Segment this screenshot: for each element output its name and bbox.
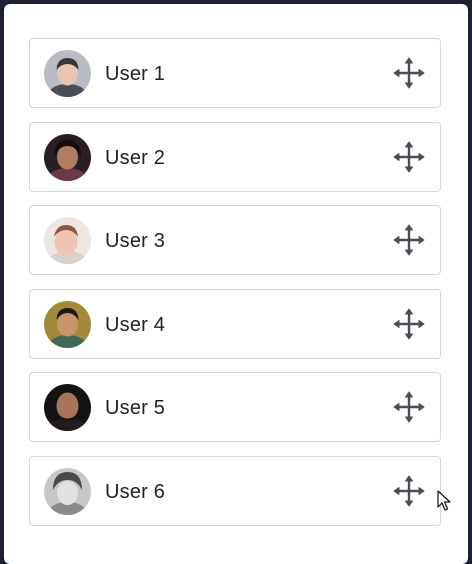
list-item-user-2[interactable]: User 2 — [29, 121, 441, 192]
avatar — [44, 300, 91, 348]
user-name: User 6 — [105, 480, 166, 503]
move-arrows-icon[interactable] — [392, 307, 426, 341]
avatar — [44, 50, 91, 97]
avatar — [44, 467, 91, 515]
move-arrows-icon[interactable] — [392, 390, 426, 424]
list-item-user-3[interactable]: User 3 — [29, 205, 441, 275]
avatar — [44, 384, 91, 431]
user-name: User 2 — [105, 146, 166, 169]
move-arrows-icon[interactable] — [392, 474, 426, 508]
avatar — [44, 217, 91, 264]
move-arrows-icon[interactable] — [392, 140, 426, 174]
list-item-user-4[interactable]: User 4 — [29, 288, 441, 359]
user-list-panel: User 1 User 2 User 3 User 4 User 5 User … — [4, 4, 468, 564]
mouse-cursor-icon — [437, 490, 451, 512]
sortable-user-list: User 1 User 2 User 3 User 4 User 5 User … — [29, 38, 441, 539]
move-arrows-icon[interactable] — [392, 56, 426, 90]
user-name: User 1 — [105, 63, 166, 85]
list-item-user-6[interactable]: User 6 — [29, 455, 441, 526]
user-name: User 4 — [105, 313, 166, 336]
avatar — [44, 133, 91, 181]
user-name: User 3 — [105, 230, 166, 252]
list-item-user-1[interactable]: User 1 — [29, 38, 441, 108]
list-item-user-5[interactable]: User 5 — [29, 372, 441, 442]
move-arrows-icon[interactable] — [392, 223, 426, 257]
user-name: User 5 — [105, 397, 166, 419]
